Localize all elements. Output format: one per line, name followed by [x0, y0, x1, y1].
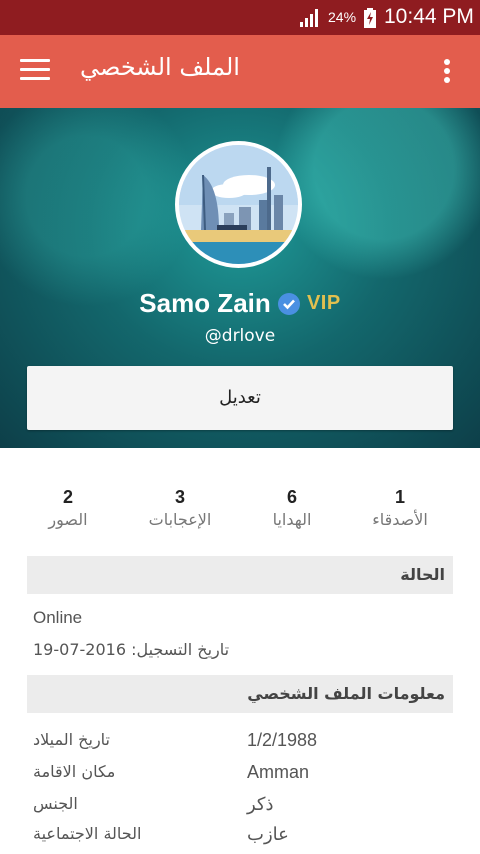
- app-bar: الملف الشخصي: [0, 35, 480, 108]
- info-label: مكان الاقامة: [33, 762, 116, 781]
- info-label: الجنس: [33, 794, 78, 813]
- online-status: Online: [33, 608, 83, 627]
- profile-info-header: معلومات الملف الشخصي: [27, 675, 453, 713]
- info-value: عازب: [247, 824, 289, 844]
- avatar[interactable]: [175, 141, 302, 268]
- stat-label: الصور: [48, 510, 88, 529]
- stat-label: الأصدقاء: [372, 510, 428, 529]
- battery-charging-icon: [364, 8, 376, 28]
- hamburger-icon[interactable]: [20, 59, 50, 85]
- status-section-header: الحالة: [27, 556, 453, 594]
- stat-gifts[interactable]: 6 الهدايا: [232, 486, 352, 532]
- info-value: 1/2/1988: [247, 730, 318, 750]
- battery-percent: 24%: [328, 9, 357, 25]
- stat-label: الإعجابات: [148, 510, 212, 529]
- info-row-birthdate: تاريخ الميلاد 1/2/1988: [0, 730, 480, 760]
- verified-icon: [277, 292, 300, 315]
- info-label: الحالة الاجتماعية: [33, 824, 142, 843]
- stat-count: 3: [174, 487, 185, 507]
- stat-friends[interactable]: 1 الأصدقاء: [340, 486, 460, 532]
- profile-name: Samo Zain: [139, 288, 271, 318]
- info-value: Amman: [247, 762, 310, 782]
- stats-row: 1 الأصدقاء 6 الهدايا 3 الإعجابات 2 الصور: [0, 486, 480, 536]
- page-title: الملف الشخصي: [80, 53, 240, 81]
- info-value: ذكر: [247, 794, 274, 814]
- avatar-image: [179, 145, 298, 264]
- stat-likes[interactable]: 3 الإعجابات: [120, 486, 240, 532]
- stat-count: 2: [62, 487, 73, 507]
- vip-badge: VIP: [306, 292, 341, 314]
- signal-icon: [300, 9, 318, 27]
- more-vert-icon[interactable]: [436, 57, 458, 87]
- status-bar: 24% 10:44 PM: [0, 0, 480, 35]
- info-label: تاريخ الميلاد: [33, 730, 110, 749]
- stat-count: 6: [286, 487, 297, 507]
- clock: 10:44 PM: [384, 5, 474, 28]
- edit-button[interactable]: تعديل: [27, 366, 453, 430]
- stat-photos[interactable]: 2 الصور: [8, 486, 128, 532]
- info-row-gender: الجنس ذكر: [0, 794, 480, 824]
- stat-count: 1: [394, 487, 405, 507]
- info-row-marital: الحالة الاجتماعية عازب: [0, 824, 480, 854]
- profile-handle: @drlove: [204, 326, 276, 346]
- info-row-residence: مكان الاقامة Amman: [0, 762, 480, 792]
- profile-header: Samo Zain VIP @drlove تعديل: [0, 108, 480, 448]
- name-row: Samo Zain VIP: [0, 288, 480, 319]
- registration-date: تاريخ التسجيل: 2016-07-19: [33, 640, 230, 659]
- stat-label: الهدايا: [272, 510, 312, 529]
